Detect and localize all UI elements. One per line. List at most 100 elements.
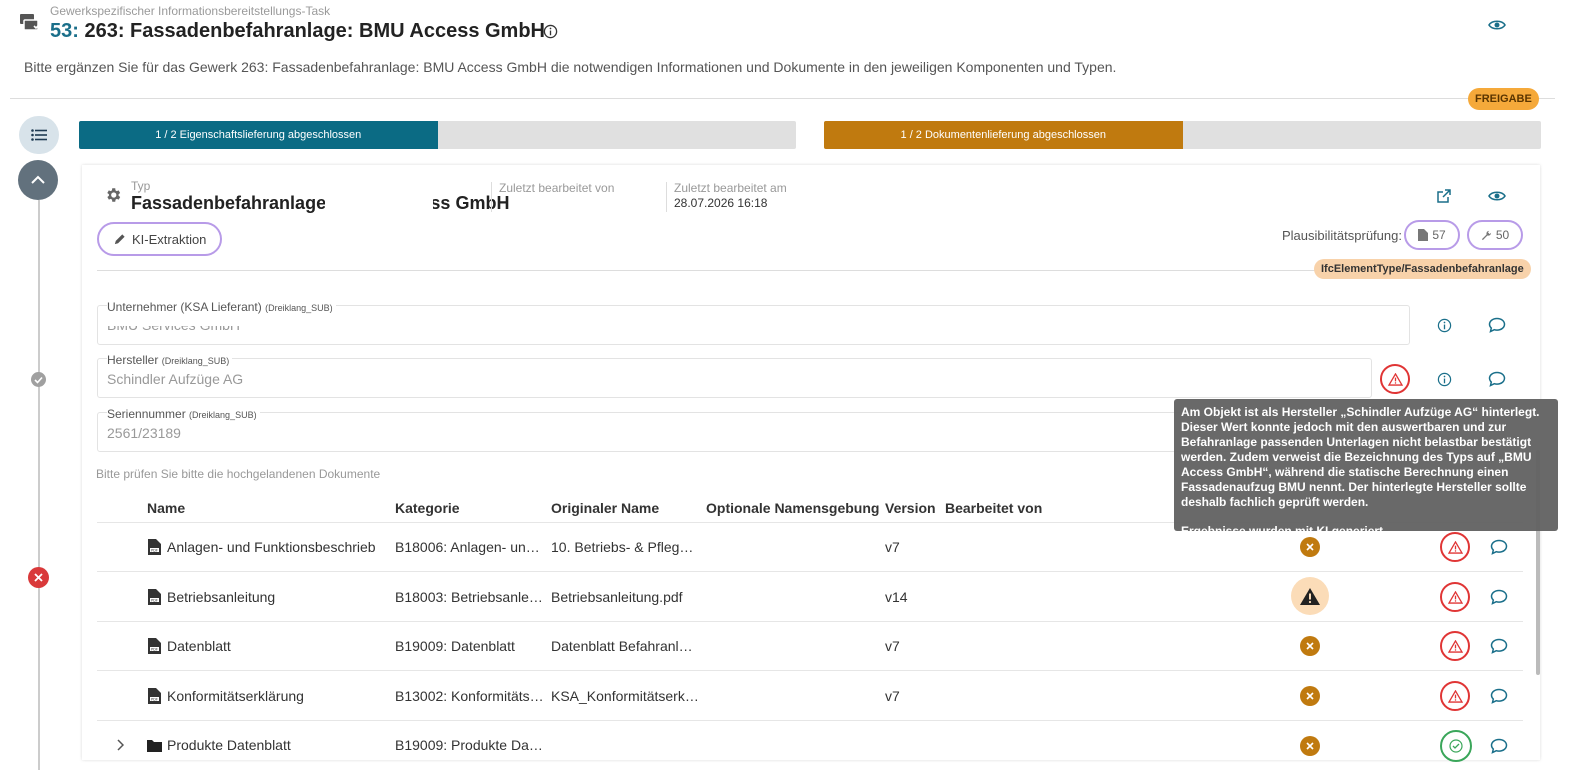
status-x-icon [1300, 537, 1320, 557]
svg-text:PDF: PDF [151, 598, 158, 602]
doc-warning-button[interactable] [1440, 582, 1470, 612]
documents-hint: Bitte prüfen Sie bitte die hochgelandene… [96, 467, 381, 481]
properties-progress-fill: 1 / 2 Eigenschaftslieferung abgeschlosse… [79, 121, 438, 149]
doc-name[interactable]: Betriebsanleitung [167, 589, 387, 605]
plausibility-props-pill[interactable]: 50 [1467, 220, 1523, 250]
plausibility-docs-count: 57 [1432, 228, 1446, 242]
doc-comment-icon[interactable] [1487, 684, 1511, 708]
doc-category: B13002: Konformitäts… [395, 688, 544, 704]
warning-icon [1387, 372, 1403, 386]
manufacturer-field[interactable] [97, 358, 1372, 398]
pdf-file-icon: PDF [148, 589, 161, 605]
documents-progress-fill: 1 / 2 Dokumentenlieferung abgeschlossen [824, 121, 1183, 149]
ifc-type-badge: IfcElementType/Fassadenbefahranlage [1314, 259, 1531, 279]
doc-original-name: Betriebsanleitung.pdf [551, 589, 683, 605]
list-view-button[interactable] [19, 116, 59, 154]
task-description: Bitte ergänzen Sie für das Gewerk 263: F… [24, 59, 1117, 75]
column-header-name[interactable]: Name [147, 500, 185, 516]
doc-category: B19009: Produkte Dat… [395, 737, 545, 753]
meta-divider [491, 182, 492, 212]
pdf-file-icon: PDF [148, 688, 161, 704]
status-x-icon [1300, 736, 1320, 756]
row-divider [97, 621, 1523, 622]
ai-warning-tooltip: Am Objekt ist als Hersteller „Schindler … [1174, 399, 1558, 538]
plausibility-label: Plausibilitätsprüfung: [1282, 228, 1402, 243]
doc-original-name: KSA_Konformitätserk… [551, 688, 699, 704]
doc-name[interactable]: Produkte Datenblatt [167, 737, 387, 753]
last-edited-by-label: Zuletzt bearbeitet von [499, 181, 615, 195]
ki-extraction-label: KI-Extraktion [132, 231, 207, 247]
plausibility-docs-pill[interactable]: 57 [1404, 220, 1460, 250]
doc-version: v7 [885, 539, 900, 555]
warning-icon [1447, 689, 1463, 703]
doc-original-name: Datenblatt Befahranla… [551, 638, 699, 654]
type-value: Fassadenbefahranlage - BMU Access GmbH [131, 193, 510, 213]
title-info-icon[interactable] [543, 24, 558, 39]
manufacturer-comment-icon[interactable] [1485, 367, 1509, 391]
task-number: 53: [50, 20, 79, 42]
chevron-up-icon [31, 175, 45, 184]
doc-ok-button[interactable] [1440, 730, 1472, 762]
last-edited-at-label: Zuletzt bearbeitet am [674, 181, 787, 195]
doc-comment-icon[interactable] [1487, 734, 1511, 758]
timeline-error-icon [28, 567, 49, 588]
doc-name[interactable]: Konformitätserklärung [167, 688, 387, 704]
row-divider [97, 720, 1523, 721]
task-title: 263: Fassadenbefahranlage: BMU Access Gm… [84, 20, 545, 42]
doc-original-name: 10. Betriebs- & Pflege… [551, 539, 699, 555]
contractor-comment-icon[interactable] [1485, 313, 1509, 337]
column-header-category[interactable]: Kategorie [395, 500, 460, 516]
task-type-label: Gewerkspezifischer Informationsbereitste… [50, 4, 331, 18]
serial-value: 2561/23189 [107, 425, 181, 441]
timeline-check-icon [31, 372, 46, 387]
row-divider [97, 670, 1523, 671]
warning-icon [1300, 587, 1320, 605]
pencil-icon [114, 233, 125, 244]
column-header-original-name[interactable]: Originaler Name [551, 500, 659, 516]
pdf-file-icon: PDF [148, 638, 161, 654]
documents-progress-label: 1 / 2 Dokumentenlieferung abgeschlossen [900, 129, 1106, 141]
column-header-optional-name[interactable]: Optionale Namensgebung [706, 500, 879, 516]
ki-extraction-button[interactable]: KI-Extraktion [97, 222, 223, 256]
pdf-file-icon: PDF [148, 539, 161, 555]
status-x-icon [1300, 636, 1320, 656]
collapse-button[interactable] [18, 160, 58, 200]
contractor-label: Unternehmer (KSA Lieferant) (Dreiklang_S… [107, 300, 336, 314]
plausibility-props-count: 50 [1495, 228, 1510, 242]
page-title: 53: 263: Fassadenbefahranlage: BMU Acces… [50, 20, 545, 43]
manufacturer-label: Hersteller (Dreiklang_SUB) [107, 353, 233, 367]
manufacturer-info-icon[interactable] [1432, 367, 1456, 391]
meta-divider [666, 182, 667, 212]
column-header-version[interactable]: Version [885, 500, 936, 516]
file-icon [1418, 229, 1429, 241]
last-edited-at-value: 28.07.2026 16:18 [674, 196, 768, 210]
doc-warning-button[interactable] [1440, 631, 1470, 661]
serial-label: Seriennummer (Dreiklang_SUB) [107, 407, 260, 421]
external-link-icon[interactable] [1432, 184, 1456, 208]
header-eye-icon[interactable] [1485, 13, 1509, 37]
doc-name[interactable]: Datenblatt [167, 638, 387, 654]
status-warning-highlight [1291, 577, 1329, 615]
list-icon [31, 129, 47, 141]
doc-version: v7 [885, 688, 900, 704]
column-header-edited-by[interactable]: Bearbeitet von [945, 500, 1042, 516]
doc-comment-icon[interactable] [1487, 585, 1511, 609]
tooltip-ai-note: Ergebnisse wurden mit KI generiert [1181, 524, 1384, 538]
doc-name[interactable]: Anlagen- und Funktionsbeschrieb [167, 539, 387, 555]
doc-version: v14 [885, 589, 908, 605]
folder-icon [147, 739, 162, 752]
svg-text:PDF: PDF [151, 697, 158, 701]
manufacturer-value: Schindler Aufzüge AG [107, 371, 244, 387]
tooltip-text: Am Objekt ist als Hersteller „Schindler … [1181, 405, 1540, 509]
warning-icon [1447, 540, 1463, 554]
expand-chevron-icon[interactable] [116, 739, 124, 751]
doc-category: B18003: Betriebsanlei… [395, 589, 545, 605]
contractor-info-icon[interactable] [1432, 313, 1456, 337]
warning-icon [1447, 590, 1463, 604]
card-eye-icon[interactable] [1485, 184, 1509, 208]
doc-warning-button[interactable] [1440, 681, 1470, 711]
doc-category: B19009: Datenblatt [395, 638, 515, 654]
manufacturer-warning-button[interactable] [1380, 364, 1410, 394]
status-x-icon [1300, 686, 1320, 706]
doc-comment-icon[interactable] [1487, 634, 1511, 658]
